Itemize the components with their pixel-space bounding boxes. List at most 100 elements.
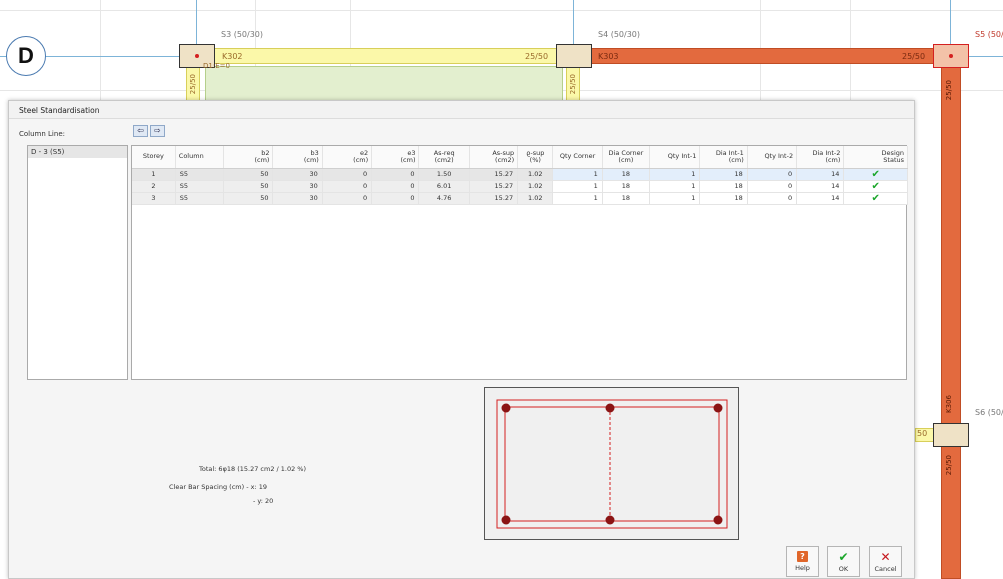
header-b3[interactable]: b3 (cm) (272, 146, 323, 169)
header-unit: (cm) (353, 155, 369, 164)
cell-rho-sup: 1.02 (517, 168, 554, 181)
cell-column: S5 (175, 192, 225, 205)
cancel-button[interactable]: ✕ Cancel (869, 546, 902, 577)
cell-dia-int-2[interactable]: 14 (796, 168, 845, 181)
cell-design-status: ✔ (843, 180, 908, 193)
steel-table[interactable]: Storey Column b2 (cm) b3 (cm) e2 (cm) e3 (cm… (131, 145, 908, 380)
cell-as-req: 1.50 (418, 168, 470, 181)
cell-dia-corner[interactable]: 18 (602, 180, 651, 193)
cell-qty-corner[interactable]: 1 (552, 192, 603, 205)
column-s6[interactable] (933, 423, 969, 447)
header-e3[interactable]: e3 (cm) (371, 146, 420, 169)
check-icon: ✔ (871, 168, 880, 180)
header-dia-int-1[interactable]: Dia Int-1 (cm) (699, 146, 748, 169)
column-label-s3: S3 (50/30) (221, 30, 264, 39)
cell-e3: 0 (371, 168, 420, 181)
beam-label: K303 (598, 52, 619, 61)
list-item-column-line[interactable]: D - 3 (S5) (28, 146, 127, 158)
header-design-status[interactable]: Design Status (843, 146, 908, 169)
header-unit: (cm2) (434, 155, 454, 164)
table-row[interactable]: 3 S5 50 30 0 0 4.76 15.27 1.02 1 18 1 18… (132, 192, 908, 205)
column-section-preview (484, 387, 739, 540)
header-as-req[interactable]: As-req (cm2) (418, 146, 470, 169)
beam-label: K306 (945, 395, 953, 413)
header-unit: (cm) (618, 155, 634, 164)
header-unit: (cm) (825, 155, 841, 164)
cell-dia-corner[interactable]: 18 (602, 192, 651, 205)
next-column-line-button[interactable]: ⇨ (150, 125, 165, 137)
column-marker (949, 54, 953, 58)
cell-dia-int-1[interactable]: 18 (699, 180, 748, 193)
header-column[interactable]: Column (175, 146, 225, 169)
cell-dia-int-1[interactable]: 18 (699, 192, 748, 205)
cell-b2: 50 (223, 192, 274, 205)
beam-k306 (941, 60, 961, 579)
cancel-label: Cancel (874, 565, 897, 573)
cell-qty-int-2[interactable]: 0 (747, 180, 798, 193)
cell-qty-int-2[interactable]: 0 (747, 192, 798, 205)
header-rho-sup[interactable]: ϱ-sup (%) (517, 146, 554, 169)
beam-label: 25/50 (902, 52, 926, 61)
cell-dia-corner[interactable]: 18 (602, 168, 651, 181)
rebar-corner (501, 515, 511, 525)
cell-qty-int-2[interactable]: 0 (747, 168, 798, 181)
beam-k302 (196, 48, 576, 64)
header-e2[interactable]: e2 (cm) (322, 146, 373, 169)
rebar-corner (501, 403, 511, 413)
header-dia-corner[interactable]: Dia Corner (cm) (602, 146, 651, 169)
cell-dia-int-2[interactable]: 14 (796, 180, 845, 193)
header-label: Column (178, 152, 204, 161)
clear-bar-spacing-y: - y: 20 (253, 497, 274, 505)
cell-column: S5 (175, 180, 225, 193)
column-line-label: Column Line: (19, 130, 65, 138)
table-row[interactable]: 1 S5 50 30 0 0 1.50 15.27 1.02 1 18 1 18… (132, 168, 908, 181)
cell-design-status: ✔ (843, 192, 908, 205)
beam-k303 (580, 48, 952, 64)
rebar-corner (713, 515, 723, 525)
cell-qty-int-1[interactable]: 1 (649, 168, 701, 181)
cell-design-status: ✔ (843, 168, 908, 181)
header-label: Qty Corner (559, 152, 596, 161)
check-icon: ✔ (871, 192, 880, 204)
cell-rho-sup: 1.02 (517, 180, 554, 193)
header-storey[interactable]: Storey (132, 146, 176, 169)
column-line-list[interactable]: D - 3 (S5) (27, 145, 128, 380)
column-section-drawing (496, 399, 728, 529)
header-b2[interactable]: b2 (cm) (223, 146, 274, 169)
cell-qty-corner[interactable]: 1 (552, 180, 603, 193)
beam-label: 25/50 (189, 74, 197, 95)
table-header-row: Storey Column b2 (cm) b3 (cm) e2 (cm) e3 (cm… (132, 146, 908, 169)
cell-e2: 0 (322, 192, 373, 205)
help-label: Help (795, 564, 810, 572)
header-label: Qty Int-1 (667, 152, 697, 161)
cell-b2: 50 (223, 168, 274, 181)
cell-as-req: 6.01 (418, 180, 470, 193)
header-qty-int-1[interactable]: Qty Int-1 (649, 146, 701, 169)
header-unit: (cm2) (495, 155, 515, 164)
steel-standardisation-dialog: Steel Standardisation Column Line: ⇦ ⇨ D… (8, 100, 915, 579)
header-dia-int-2[interactable]: Dia Int-2 (cm) (796, 146, 845, 169)
check-icon: ✔ (838, 550, 849, 564)
slab-label: D1:E=0 (203, 62, 230, 70)
cell-storey: 3 (132, 192, 176, 205)
cell-e2: 0 (322, 180, 373, 193)
cell-as-sup: 15.27 (469, 168, 519, 181)
cell-column: S5 (175, 168, 225, 181)
ok-button[interactable]: ✔ OK (827, 546, 860, 577)
cell-qty-int-1[interactable]: 1 (649, 180, 701, 193)
cell-as-sup: 15.27 (469, 192, 519, 205)
cell-dia-int-2[interactable]: 14 (796, 192, 845, 205)
cell-dia-int-1[interactable]: 18 (699, 168, 748, 181)
help-button[interactable]: ? Help (786, 546, 819, 577)
header-qty-int-2[interactable]: Qty Int-2 (747, 146, 798, 169)
column-s4[interactable] (556, 44, 592, 68)
beam-label: K302 (222, 52, 243, 61)
table-row[interactable]: 2 S5 50 30 0 0 6.01 15.27 1.02 1 18 1 18… (132, 180, 908, 193)
stirrup-outline (504, 406, 720, 522)
cell-qty-corner[interactable]: 1 (552, 168, 603, 181)
previous-column-line-button[interactable]: ⇦ (133, 125, 148, 137)
header-as-sup[interactable]: As-sup (cm2) (469, 146, 519, 169)
header-qty-corner[interactable]: Qty Corner (552, 146, 603, 169)
header-unit: (%) (529, 155, 541, 164)
cell-qty-int-1[interactable]: 1 (649, 192, 701, 205)
